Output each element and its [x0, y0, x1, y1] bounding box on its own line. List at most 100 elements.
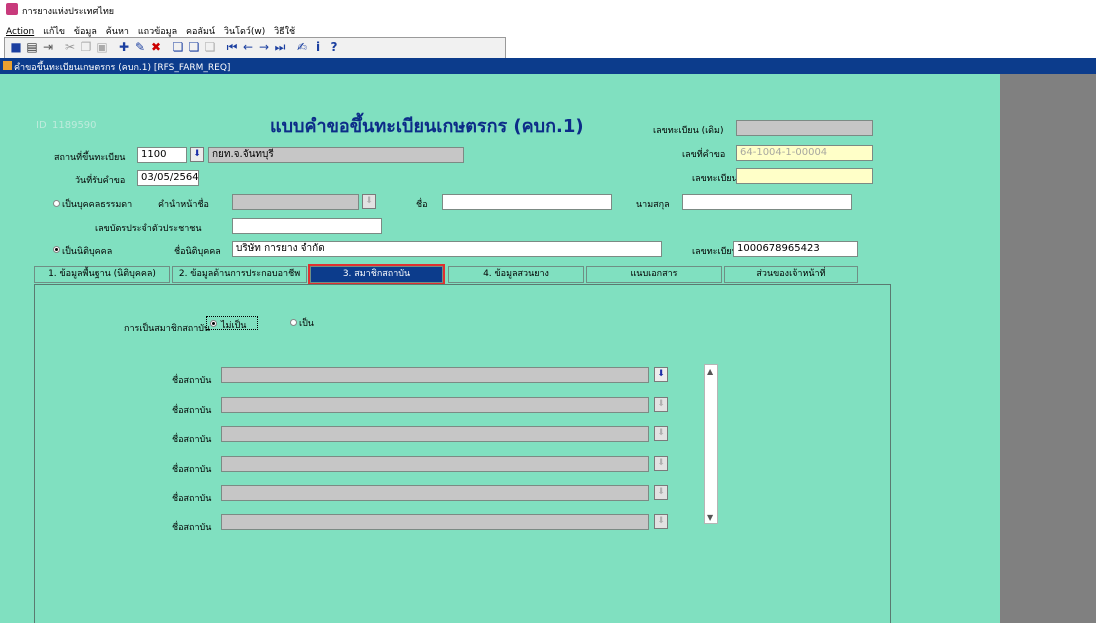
- place-name-field: กยท.จ.จันทบุรี: [208, 147, 464, 163]
- place-dropdown-button[interactable]: ⬇: [190, 147, 204, 162]
- id-card-field[interactable]: [232, 218, 382, 234]
- institution-label: ชื่อสถาบัน: [172, 435, 212, 445]
- institution-label: ชื่อสถาบัน: [172, 494, 212, 504]
- menu-help[interactable]: วิธีใช้: [274, 27, 295, 37]
- edit-record-icon[interactable]: ✎: [133, 40, 147, 54]
- menu-row[interactable]: แถวข้อมูล: [138, 27, 177, 37]
- first-record-icon[interactable]: ⏮: [225, 40, 239, 54]
- help-icon[interactable]: ?: [327, 40, 341, 54]
- menu-search[interactable]: ค้นหา: [106, 27, 129, 37]
- institution-field[interactable]: [221, 397, 649, 413]
- previous-record-icon[interactable]: ←: [241, 40, 255, 54]
- last-record-icon[interactable]: ⏭: [273, 40, 287, 54]
- reg-no-label: เลขทะเบียน: [692, 174, 738, 184]
- institution-dropdown-button[interactable]: ⬇: [654, 426, 668, 441]
- old-reg-field[interactable]: [736, 120, 873, 136]
- membership-no-radio[interactable]: [210, 320, 217, 327]
- person-radio[interactable]: [53, 200, 60, 207]
- form-window-title: คำขอขึ้นทะเบียนเกษตรกร (คบก.1) [RFS_FARM…: [14, 63, 231, 73]
- cancel-query-icon[interactable]: ❏: [203, 40, 217, 54]
- membership-yes-label: เป็น: [299, 319, 314, 329]
- copy-icon[interactable]: ❐: [79, 40, 93, 54]
- last-name-label: นามสกุล: [636, 200, 670, 210]
- form-window-icon: [3, 61, 12, 70]
- insert-record-icon[interactable]: ✚: [117, 40, 131, 54]
- institution-dropdown-button[interactable]: ⬇: [654, 485, 668, 500]
- menu-window[interactable]: วินโดว์(w): [224, 27, 265, 37]
- juristic-option-label: เป็นนิติบุคคล: [62, 247, 113, 257]
- form-window-title-bar: คำขอขึ้นทะเบียนเกษตรกร (คบก.1) [RFS_FARM…: [0, 58, 1096, 74]
- request-no-field[interactable]: 64-1004-1-00004: [736, 145, 873, 161]
- id-card-label: เลขบัตรประจำตัวประชาชน: [95, 224, 202, 234]
- institution-dropdown-button[interactable]: ⬇: [654, 514, 668, 529]
- edit-field-icon[interactable]: ✍: [295, 40, 309, 54]
- institution-label: ชื่อสถาบัน: [172, 376, 212, 386]
- institution-label: ชื่อสถาบัน: [172, 406, 212, 416]
- tab-basic-info[interactable]: 1. ข้อมูลพื้นฐาน (นิติบุคคล): [34, 266, 170, 283]
- app-title-bar: การยางแห่งประเทศไทย: [0, 0, 1096, 20]
- id-label: ID: [36, 120, 47, 131]
- scroll-down-icon[interactable]: ▼: [707, 513, 713, 522]
- menu-action[interactable]: Action: [6, 27, 34, 37]
- toolbar: ■ ▤ ⇥ ✂ ❐ ▣ ✚ ✎ ✖ ❏ ❏ ❏ ⏮ ← → ⏭ ✍ i ?: [4, 37, 506, 59]
- date-field[interactable]: 03/05/2564: [137, 170, 199, 186]
- place-code-field[interactable]: 1100: [137, 147, 187, 163]
- tab-occupation[interactable]: 2. ข้อมูลด้านการประกอบอาชีพ: [172, 266, 307, 283]
- juristic-radio[interactable]: [53, 246, 60, 253]
- membership-yes-radio[interactable]: [290, 319, 297, 326]
- delete-record-icon[interactable]: ✖: [149, 40, 163, 54]
- tab-officer-section[interactable]: ส่วนของเจ้าหน้าที่: [724, 266, 858, 283]
- juristic-name-field[interactable]: บริษัท การยาง จำกัด: [232, 241, 662, 257]
- prefix-field[interactable]: [232, 194, 359, 210]
- last-name-field[interactable]: [682, 194, 852, 210]
- app-title: การยางแห่งประเทศไทย: [22, 7, 115, 17]
- place-label: สถานที่ขึ้นทะเบียน: [54, 153, 126, 163]
- institution-field[interactable]: [221, 367, 649, 383]
- form-title: แบบคำขอขึ้นทะเบียนเกษตรกร (คบก.1): [270, 116, 584, 137]
- institution-label: ชื่อสถาบัน: [172, 523, 212, 533]
- institution-dropdown-button[interactable]: ⬇: [654, 397, 668, 412]
- institution-list-scrollbar[interactable]: ▲ ▼: [704, 364, 718, 524]
- exit-icon[interactable]: ⇥: [41, 40, 55, 54]
- app-logo-icon: [6, 3, 18, 15]
- execute-query-icon[interactable]: ❏: [187, 40, 201, 54]
- juristic-reg-field[interactable]: 1000678965423: [733, 241, 858, 257]
- membership-no-option[interactable]: ไม่เป็น: [206, 316, 258, 331]
- tab-attachments[interactable]: แนบเอกสาร: [586, 266, 722, 283]
- save-icon[interactable]: ■: [9, 40, 23, 54]
- scroll-up-icon[interactable]: ▲: [707, 367, 713, 376]
- tab-institution-membership[interactable]: 3. สมาชิกสถาบัน: [308, 264, 445, 285]
- juristic-reg-label: เลขทะเบียน: [692, 247, 738, 257]
- institution-dropdown-button[interactable]: ⬇: [654, 367, 668, 382]
- cut-icon[interactable]: ✂: [63, 40, 77, 54]
- reg-no-field[interactable]: [736, 168, 873, 184]
- request-no-label: เลขที่คำขอ: [682, 150, 726, 160]
- membership-question: การเป็นสมาชิกสถาบัน: [124, 324, 211, 334]
- person-option-label: เป็นบุคคลธรรมดา: [62, 200, 133, 210]
- query-icon[interactable]: ❏: [171, 40, 185, 54]
- institution-field[interactable]: [221, 485, 649, 501]
- institution-field[interactable]: [221, 514, 649, 530]
- institution-dropdown-button[interactable]: ⬇: [654, 456, 668, 471]
- print-icon[interactable]: ▤: [25, 40, 39, 54]
- id-value: 1189590: [52, 120, 97, 131]
- next-record-icon[interactable]: →: [257, 40, 271, 54]
- prefix-dropdown-button[interactable]: ⬇: [362, 194, 376, 209]
- old-reg-label: เลขทะเบียน (เดิม): [653, 126, 724, 136]
- menu-bar: Action แก้ไข ข้อมูล ค้นหา แถวข้อมูล คอลั…: [0, 20, 1096, 38]
- tab-rubber-plantation[interactable]: 4. ข้อมูลสวนยาง: [448, 266, 584, 283]
- paste-icon[interactable]: ▣: [95, 40, 109, 54]
- juristic-name-label: ชื่อนิติบุคคล: [174, 247, 221, 257]
- institution-field[interactable]: [221, 456, 649, 472]
- institution-field[interactable]: [221, 426, 649, 442]
- prefix-label: คำนำหน้าชื่อ: [158, 200, 209, 210]
- menu-data[interactable]: ข้อมูล: [74, 27, 97, 37]
- info-icon[interactable]: i: [311, 40, 325, 54]
- menu-column[interactable]: คอลัมน์: [186, 27, 215, 37]
- first-name-field[interactable]: [442, 194, 612, 210]
- institution-label: ชื่อสถาบัน: [172, 465, 212, 475]
- date-label: วันที่รับคำขอ: [75, 176, 126, 186]
- menu-edit[interactable]: แก้ไข: [43, 27, 65, 37]
- membership-no-label: ไม่เป็น: [221, 321, 247, 331]
- first-name-label: ชื่อ: [416, 200, 428, 210]
